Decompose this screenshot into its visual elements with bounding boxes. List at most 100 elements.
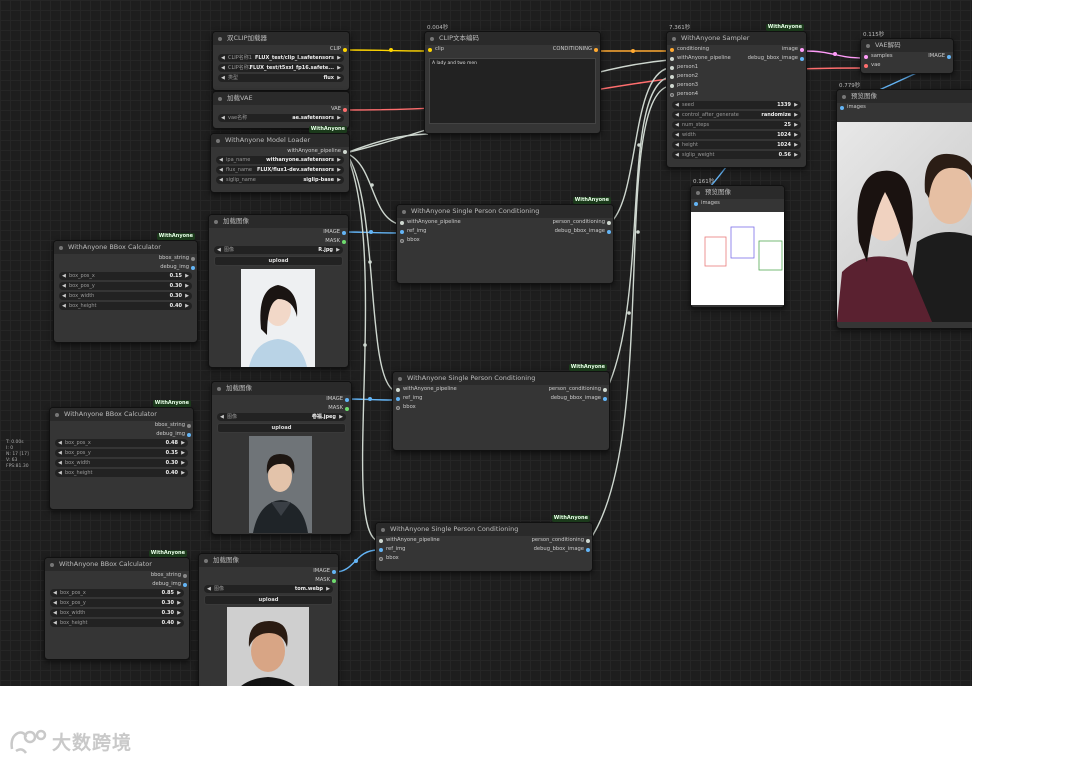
collapse-dot-icon[interactable] <box>381 528 385 532</box>
slot-dot-icon[interactable] <box>603 387 607 392</box>
siglip-weight-widget[interactable]: ◀ siglip_weight 0.56 ▶ <box>672 151 801 159</box>
node-preview-image-debug[interactable]: 0.161秒 预览图像 images <box>690 179 785 308</box>
arrow-left-icon[interactable]: ◀ <box>219 176 223 184</box>
arrow-left-icon[interactable]: ◀ <box>58 449 62 457</box>
input-person1[interactable]: person1 <box>667 63 731 72</box>
arrow-right-icon[interactable]: ▶ <box>326 585 330 593</box>
clip-type-widget[interactable]: ◀ 类型 flux ▶ <box>218 74 344 82</box>
output-image[interactable]: IMAGE <box>199 567 338 576</box>
output-bbox-string[interactable]: bbox_string <box>45 571 189 580</box>
arrow-right-icon[interactable]: ▶ <box>181 449 185 457</box>
slot-dot-icon[interactable] <box>864 63 868 68</box>
slot-dot-icon[interactable] <box>345 406 349 411</box>
slot-dot-icon[interactable] <box>379 547 383 552</box>
input-pipeline[interactable]: withAnyone_pipeline <box>397 218 461 227</box>
slot-dot-icon[interactable] <box>342 239 346 244</box>
node-load-image-3[interactable]: 加载图像 IMAGE MASK ◀ 图像 tom.webp ▶ upload <box>198 553 339 686</box>
slot-dot-icon[interactable] <box>947 54 951 59</box>
seed-widget[interactable]: ◀ seed 1339 ▶ <box>672 101 801 109</box>
arrow-right-icon[interactable]: ▶ <box>337 166 341 174</box>
box-pos-y-widget[interactable]: ◀ box_pos_y 0.30 ▶ <box>59 282 192 290</box>
output-debug-bbox[interactable]: debug_bbox_image <box>549 394 609 403</box>
slot-dot-icon[interactable] <box>670 56 674 61</box>
arrow-left-icon[interactable]: ◀ <box>675 151 679 159</box>
node-single-person-conditioning-1[interactable]: WithAnyone WithAnyone Single Person Cond… <box>396 197 614 284</box>
output-debug-img[interactable]: debug_img <box>45 580 189 589</box>
arrow-right-icon[interactable]: ▶ <box>794 101 798 109</box>
arrow-right-icon[interactable]: ▶ <box>337 64 341 72</box>
arrow-right-icon[interactable]: ▶ <box>337 156 341 164</box>
collapse-dot-icon[interactable] <box>59 246 63 250</box>
collapse-dot-icon[interactable] <box>866 44 870 48</box>
output-person-conditioning[interactable]: person_conditioning <box>549 385 609 394</box>
slot-dot-icon[interactable] <box>183 582 187 587</box>
node-dual-clip-loader[interactable]: 双CLIP加载器 CLIP ◀ CLIP名称1 FLUX_test/clip_l.s… <box>212 31 350 91</box>
input-images[interactable]: images <box>837 103 972 112</box>
node-preview-image-final[interactable]: 0.779秒 预览图像 images <box>836 83 972 329</box>
slot-dot-icon[interactable] <box>594 47 598 52</box>
ipa-name-widget[interactable]: ◀ ipa_name withanyone.safetensors ▶ <box>216 156 344 164</box>
node-single-person-conditioning-3[interactable]: WithAnyone WithAnyone Single Person Cond… <box>375 515 593 572</box>
arrow-left-icon[interactable]: ◀ <box>221 64 225 72</box>
arrow-right-icon[interactable]: ▶ <box>337 74 341 82</box>
arrow-left-icon[interactable]: ◀ <box>62 282 66 290</box>
arrow-left-icon[interactable]: ◀ <box>675 131 679 139</box>
output-image[interactable]: IMAGE <box>928 52 953 61</box>
slot-dot-icon[interactable] <box>332 569 336 574</box>
node-withanyone-sampler[interactable]: 7.361秒 WithAnyone WithAnyone Sampler con… <box>666 24 807 168</box>
arrow-right-icon[interactable]: ▶ <box>177 609 181 617</box>
box-pos-y-widget[interactable]: ◀ box_pos_y 0.35 ▶ <box>55 449 188 457</box>
node-vae-decode[interactable]: 0.115秒 VAE解码 samples vae IMAGE <box>860 32 954 74</box>
slot-dot-icon[interactable] <box>345 397 349 402</box>
output-image[interactable]: IMAGE <box>212 395 351 404</box>
input-conditioning[interactable]: conditioning <box>667 45 731 54</box>
slot-dot-icon[interactable] <box>670 83 674 88</box>
box-width-widget[interactable]: ◀ box_width 0.30 ▶ <box>50 609 184 617</box>
siglip-name-widget[interactable]: ◀ siglip_name siglip-base ▶ <box>216 176 344 184</box>
input-pipeline[interactable]: withAnyone_pipeline <box>667 54 731 63</box>
input-ref-img[interactable]: ref_img <box>393 394 457 403</box>
arrow-right-icon[interactable]: ▶ <box>337 176 341 184</box>
slot-dot-icon[interactable] <box>670 65 674 70</box>
arrow-left-icon[interactable]: ◀ <box>58 459 62 467</box>
box-height-widget[interactable]: ◀ box_height 0.40 ▶ <box>50 619 184 627</box>
input-person2[interactable]: person2 <box>667 72 731 81</box>
arrow-right-icon[interactable]: ▶ <box>185 302 189 310</box>
arrow-left-icon[interactable]: ◀ <box>221 114 225 122</box>
slot-dot-icon[interactable] <box>428 47 432 52</box>
collapse-dot-icon[interactable] <box>842 95 846 99</box>
box-pos-x-widget[interactable]: ◀ box_pos_x 0.15 ▶ <box>59 272 192 280</box>
arrow-right-icon[interactable]: ▶ <box>185 282 189 290</box>
collapse-dot-icon[interactable] <box>430 37 434 41</box>
slot-dot-icon[interactable] <box>332 578 336 583</box>
node-bbox-calculator-3[interactable]: WithAnyone WithAnyone BBox Calculator bb… <box>44 550 190 660</box>
arrow-left-icon[interactable]: ◀ <box>53 619 57 627</box>
arrow-right-icon[interactable]: ▶ <box>794 111 798 119</box>
arrow-right-icon[interactable]: ▶ <box>181 459 185 467</box>
slot-dot-icon[interactable] <box>800 47 804 52</box>
arrow-right-icon[interactable]: ▶ <box>181 469 185 477</box>
slot-dot-icon[interactable] <box>670 74 674 79</box>
node-load-image-1[interactable]: 加载图像 IMAGE MASK ◀ 图像 R.jpg ▶ upload <box>208 214 349 368</box>
output-conditioning[interactable]: CONDITIONING <box>553 45 600 54</box>
collapse-dot-icon[interactable] <box>216 139 220 143</box>
slot-dot-icon[interactable] <box>187 432 191 437</box>
arrow-right-icon[interactable]: ▶ <box>177 599 181 607</box>
arrow-left-icon[interactable]: ◀ <box>675 121 679 129</box>
clip-name2-widget[interactable]: ◀ CLIP名称2 FLUX_test/t5xxl_fp16.safete... ▶ <box>218 64 344 72</box>
input-vae[interactable]: vae <box>861 61 893 70</box>
arrow-right-icon[interactable]: ▶ <box>794 141 798 149</box>
arrow-left-icon[interactable]: ◀ <box>675 111 679 119</box>
slot-dot-icon[interactable] <box>670 47 674 52</box>
arrow-left-icon[interactable]: ◀ <box>217 246 221 254</box>
slot-dot-icon[interactable] <box>396 387 400 392</box>
output-pipeline[interactable]: withAnyone_pipeline <box>211 147 349 156</box>
input-ref-img[interactable]: ref_img <box>397 227 461 236</box>
output-bbox-string[interactable]: bbox_string <box>50 421 193 430</box>
output-mask[interactable]: MASK <box>199 576 338 585</box>
arrow-left-icon[interactable]: ◀ <box>58 469 62 477</box>
arrow-left-icon[interactable]: ◀ <box>219 156 223 164</box>
flux-name-widget[interactable]: ◀ flux_name FLUX/flux1-dev.safetensors ▶ <box>216 166 344 174</box>
input-bbox[interactable]: bbox <box>376 554 440 563</box>
arrow-left-icon[interactable]: ◀ <box>58 439 62 447</box>
